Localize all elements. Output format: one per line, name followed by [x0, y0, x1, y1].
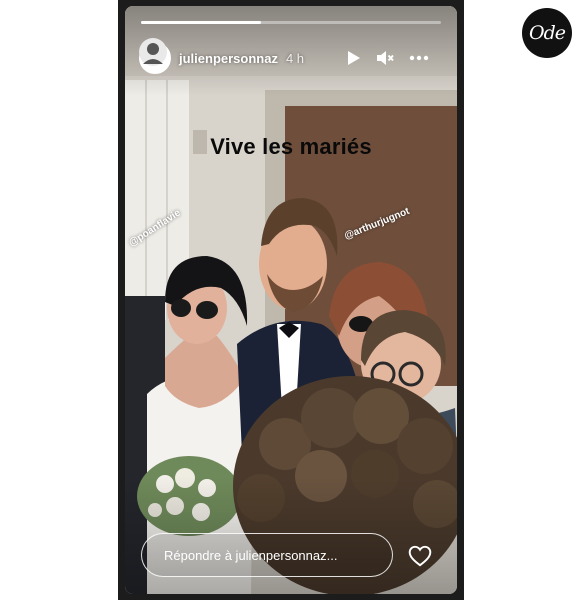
wedding-photo [125, 6, 457, 594]
page: Ode julienpersonnaz 4 h Vive les mariés … [0, 0, 580, 600]
story-progress-fill [141, 21, 261, 24]
story-photo: julienpersonnaz 4 h Vive les mariés @poa… [125, 6, 457, 594]
reply-input[interactable]: Répondre à julienpersonnaz... [141, 533, 393, 577]
brand-badge-text: Ode [529, 22, 566, 44]
reply-placeholder: Répondre à julienpersonnaz... [164, 547, 338, 563]
heart-icon[interactable] [407, 543, 433, 569]
avatar-icon [139, 38, 167, 66]
story-progress-bar [141, 21, 441, 24]
avatar[interactable] [139, 38, 171, 74]
story-caption: Vive les mariés [210, 134, 372, 159]
story-viewer[interactable]: julienpersonnaz 4 h Vive les mariés @poa… [118, 0, 464, 600]
play-icon[interactable] [343, 48, 363, 68]
more-icon[interactable] [409, 48, 429, 68]
mute-icon[interactable] [375, 48, 395, 68]
brand-logo: Ode [522, 8, 572, 58]
story-header: julienpersonnaz 4 h [139, 38, 445, 78]
post-time: 4 h [285, 50, 305, 66]
username[interactable]: julienpersonnaz [179, 51, 278, 66]
